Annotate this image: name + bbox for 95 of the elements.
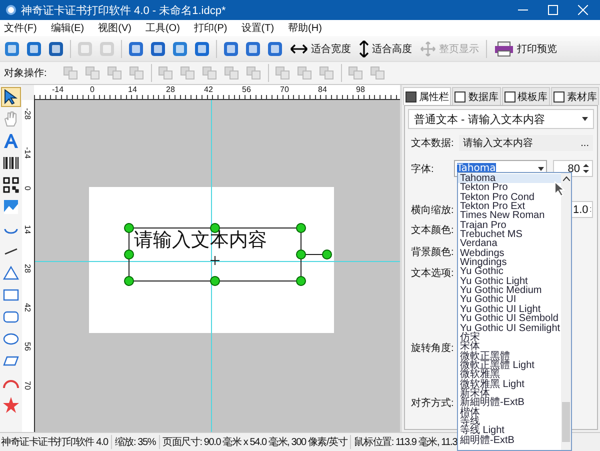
property-label: 对齐方式: (411, 396, 453, 410)
panel-tab[interactable]: 素材库 (550, 87, 599, 105)
font-option[interactable]: Tekton Pro Ext (458, 202, 561, 212)
property-label: 旋转角度: (411, 342, 453, 355)
scroll-up-icon[interactable] (562, 176, 570, 181)
ruler-label: 70 (23, 381, 32, 390)
font-option[interactable]: Trajan Pro (458, 220, 561, 230)
menu-item[interactable]: 打印(P) (194, 21, 228, 35)
window-title: 神奇证卡证书打印软件 4.0 - 未命名1.idcp* (21, 4, 227, 18)
ruler-label: 14 (23, 225, 32, 234)
font-option[interactable]: Wingdings (458, 258, 561, 268)
font-option[interactable]: Yu Gothic UI Semilight (458, 324, 561, 333)
move-icon (420, 40, 436, 56)
font-option[interactable]: 等线 Light (458, 426, 561, 436)
toolbar-button[interactable]: 适合宽度 (287, 38, 354, 60)
status-text: 神奇证卡证书打印软件 4.0 (1, 435, 112, 449)
status-text: 页面尺寸: 90.0 毫米 x 54.0 毫米, 300 像素/英寸 (162, 435, 352, 449)
panel-tab[interactable]: 属性栏 (403, 87, 452, 105)
app-icon (6, 5, 16, 15)
menu-item[interactable]: 帮助(H) (288, 21, 322, 35)
selection-frame[interactable] (124, 223, 334, 286)
font-option[interactable]: Webdings (458, 248, 561, 258)
mouse-cursor-icon (554, 181, 566, 197)
ruler-label: 0 (90, 85, 94, 94)
property-label: 文本数据: (411, 136, 453, 150)
font-option[interactable]: Yu Gothic UI Light (458, 304, 561, 314)
menu-item[interactable]: 设置(T) (241, 21, 274, 35)
property-label: 横向缩放: (411, 204, 453, 216)
property-label: 字体: (411, 162, 435, 176)
star-icon[interactable] (1, 395, 21, 415)
font-option[interactable]: 宋体 (458, 342, 561, 352)
scrollbar[interactable] (561, 173, 571, 450)
font-option[interactable]: Yu Gothic UI (458, 295, 561, 305)
font-option[interactable]: Yu Gothic (458, 267, 561, 277)
font-option[interactable]: 微軟正黑體 (458, 352, 561, 361)
pointer-icon[interactable] (1, 87, 21, 107)
font-option[interactable]: 細明體-ExtB (458, 436, 561, 445)
font-option[interactable]: Tahoma (458, 174, 561, 184)
menu-item[interactable]: 工具(O) (145, 21, 180, 35)
object-operations-label: 对象操作: (4, 66, 47, 80)
scale-spinner[interactable]: 1.0 (570, 201, 593, 218)
status-text: 缩放: 35% (114, 435, 160, 449)
toolbar-button[interactable]: 打印预览 (491, 38, 560, 60)
qr-code-icon[interactable] (1, 175, 21, 195)
square-icon (405, 90, 418, 102)
ruler-label: 56 (242, 85, 251, 94)
font-option[interactable]: Yu Gothic UI Sembold (458, 314, 561, 324)
font-option[interactable]: Yu Gothic Medium (458, 286, 561, 296)
vertical-arrow-icon (359, 40, 369, 58)
font-option[interactable]: 微軟正黑體 Light (458, 360, 561, 370)
spin-arrows-icon (583, 164, 589, 173)
caret-icon (582, 117, 588, 121)
close-icon[interactable] (578, 5, 588, 15)
ruler-label: 84 (318, 85, 327, 94)
status-text: 鼠标位置: 113.9 毫米, 11.3 (354, 436, 458, 449)
menu-item[interactable]: 文件(F) (4, 21, 37, 35)
panel-tab[interactable]: 模板库 (502, 87, 550, 105)
menu-item[interactable]: 视图(V) (98, 21, 132, 35)
property-label: 背景颜色: (411, 246, 453, 259)
text-data-field[interactable]: 请输入文本内容 ... (459, 135, 593, 151)
ruler-label: -14 (23, 147, 32, 159)
letter-icon[interactable] (1, 131, 21, 151)
font-option[interactable]: Times New Roman (458, 211, 561, 221)
ruler-label: 28 (23, 264, 32, 273)
ruler-label: 98 (356, 85, 365, 94)
ruler-label: 42 (23, 303, 32, 312)
ruler-label: 42 (204, 85, 213, 94)
font-option[interactable]: Trebuchet MS (458, 230, 561, 240)
property-label: 文本颜色: (411, 224, 453, 237)
ruler-label: -28 (23, 108, 32, 120)
image-icon[interactable] (1, 197, 21, 217)
ruler-label: 70 (280, 85, 289, 94)
property-label: 文本选项: (411, 266, 453, 280)
scrollbar-thumb[interactable] (562, 402, 570, 442)
font-option[interactable]: 新宋体 (458, 388, 561, 398)
maximize-icon[interactable] (548, 5, 558, 15)
font-option[interactable]: 楷体 (458, 408, 561, 417)
ruler-label: 14 (128, 85, 137, 94)
ruler-label: 0 (23, 186, 32, 190)
font-option[interactable]: 微软雅黑 Light (458, 380, 561, 389)
font-option[interactable]: Yu Gothic Light (458, 276, 561, 286)
font-option[interactable]: Verdana (458, 239, 561, 249)
font-option[interactable]: 等线 (458, 416, 561, 426)
horizontal-arrow-icon (290, 42, 308, 54)
toolbar-button[interactable]: 适合高度 (356, 38, 415, 60)
panel-tab[interactable]: 数据库 (452, 87, 500, 105)
font-option[interactable]: 仿宋 (458, 332, 561, 342)
ruler-label: 28 (166, 85, 175, 94)
menu-item[interactable]: 编辑(E) (50, 21, 84, 35)
font-option[interactable]: 微软雅黑 (458, 370, 561, 380)
font-option[interactable]: 新細明體-ExtB (458, 398, 561, 408)
printer-icon (494, 40, 514, 56)
ruler-label: 56 (23, 342, 32, 351)
ruler-label: -14 (52, 85, 64, 94)
object-dropdown[interactable]: 普通文本 - 请输入文本内容 (408, 109, 594, 129)
